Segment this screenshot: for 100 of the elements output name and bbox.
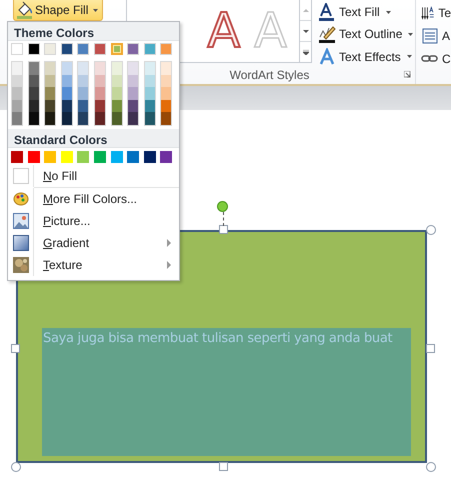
color-swatch[interactable] [144,62,155,75]
scroll-up-icon [302,8,308,12]
color-swatch[interactable] [62,62,72,75]
paint-bucket-icon [16,1,33,19]
color-swatch[interactable] [28,150,40,163]
color-swatch[interactable] [110,150,123,163]
color-swatch[interactable] [28,100,39,112]
color-swatch[interactable] [11,150,23,163]
submenu-arrow-icon [167,238,171,247]
menu-item[interactable]: Picture... [8,210,179,232]
color-swatch[interactable] [161,62,172,75]
palette-icon [12,190,28,207]
color-swatch[interactable] [161,74,172,88]
menu-item[interactable]: No Fill [8,164,179,187]
corner-handle[interactable] [11,462,21,472]
color-swatch[interactable] [45,100,56,112]
caret-icon [408,32,414,36]
menu-header: Standard Colors [8,128,179,148]
color-swatch[interactable] [12,62,22,75]
menu-item[interactable]: More Fill Colors... [8,188,179,210]
color-swatch[interactable] [144,100,155,112]
rotation-handle[interactable] [216,201,228,212]
color-swatch[interactable] [128,112,138,125]
color-swatch[interactable] [128,74,138,88]
color-swatch[interactable] [127,150,140,163]
menu-header: Theme Colors [8,22,179,41]
color-swatch[interactable] [78,100,88,112]
corner-handle[interactable] [426,462,436,472]
color-swatch[interactable] [112,74,122,88]
color-swatch[interactable] [28,87,39,100]
resize-handle[interactable] [218,462,228,471]
text-effects-icon [318,48,336,66]
shape-fill-button[interactable]: Shape Fill [13,0,104,21]
text-fill-button[interactable]: Text Fill [318,3,414,22]
color-swatch[interactable] [45,112,56,125]
text-effects-button[interactable]: Text Effects [318,48,414,66]
color-swatch[interactable] [12,100,22,112]
color-swatch[interactable] [112,100,122,112]
picture-icon [12,212,28,229]
resize-handle[interactable] [218,225,228,234]
color-swatch[interactable] [28,74,39,88]
color-swatch[interactable] [144,87,155,100]
text-outline-button[interactable]: Text Outline [318,25,414,44]
caret-icon [386,10,391,14]
color-swatch[interactable] [12,112,22,125]
color-swatch[interactable] [144,74,155,88]
color-swatch[interactable] [161,100,172,112]
color-swatch[interactable] [128,100,138,112]
color-swatch[interactable] [112,87,122,100]
color-swatch[interactable] [62,112,72,125]
ribbon-button[interactable]: C [421,49,451,68]
color-swatch[interactable] [12,74,22,88]
color-swatch[interactable] [110,43,123,55]
color-swatch[interactable] [160,150,172,163]
caret-icon [93,8,98,12]
direction-icon [421,4,436,22]
color-swatch[interactable] [45,87,56,100]
color-swatch[interactable] [94,112,105,125]
more-icon [302,50,308,54]
gradient-icon [12,234,28,251]
submenu-arrow-icon [167,260,171,269]
color-swatch[interactable] [94,74,105,88]
color-swatch[interactable] [112,112,122,125]
color-swatch[interactable] [144,112,155,125]
shape-text: Saya juga bisa membuat tulisan seperti yang anda buat [43,331,392,346]
color-swatch[interactable] [45,62,56,75]
ribbon-button[interactable]: A [421,26,451,45]
color-swatch[interactable] [78,87,88,100]
color-swatch[interactable] [161,87,172,100]
caret-icon [406,55,412,58]
color-swatch[interactable] [28,112,39,125]
align-icon [421,26,439,44]
color-swatch[interactable] [28,62,39,75]
color-swatch[interactable] [94,87,105,100]
ribbon-button[interactable]: Te [421,3,451,22]
dialog-launcher-icon [404,71,411,78]
color-swatch[interactable] [112,62,122,75]
color-swatch[interactable] [78,62,88,75]
color-swatch[interactable] [45,74,56,88]
group-label: WordArt Styles [230,67,310,84]
color-swatch[interactable] [78,74,88,88]
color-swatch[interactable] [144,150,156,163]
color-swatch[interactable] [77,150,90,163]
color-swatch[interactable] [62,87,72,100]
resize-handle[interactable] [11,344,20,352]
empty-swatch-icon [12,168,28,184]
text-outline-icon [318,25,336,44]
resize-handle[interactable] [426,344,435,352]
color-swatch[interactable] [62,74,72,88]
color-swatch[interactable] [94,100,105,112]
color-swatch[interactable] [94,150,106,163]
color-swatch[interactable] [128,87,138,100]
scroll-down-icon [302,28,308,34]
color-swatch[interactable] [78,112,88,125]
color-swatch[interactable] [94,62,105,75]
color-swatch[interactable] [128,62,138,75]
color-swatch[interactable] [62,100,72,112]
color-swatch[interactable] [161,112,172,125]
color-swatch[interactable] [12,87,22,100]
corner-handle[interactable] [426,225,436,235]
